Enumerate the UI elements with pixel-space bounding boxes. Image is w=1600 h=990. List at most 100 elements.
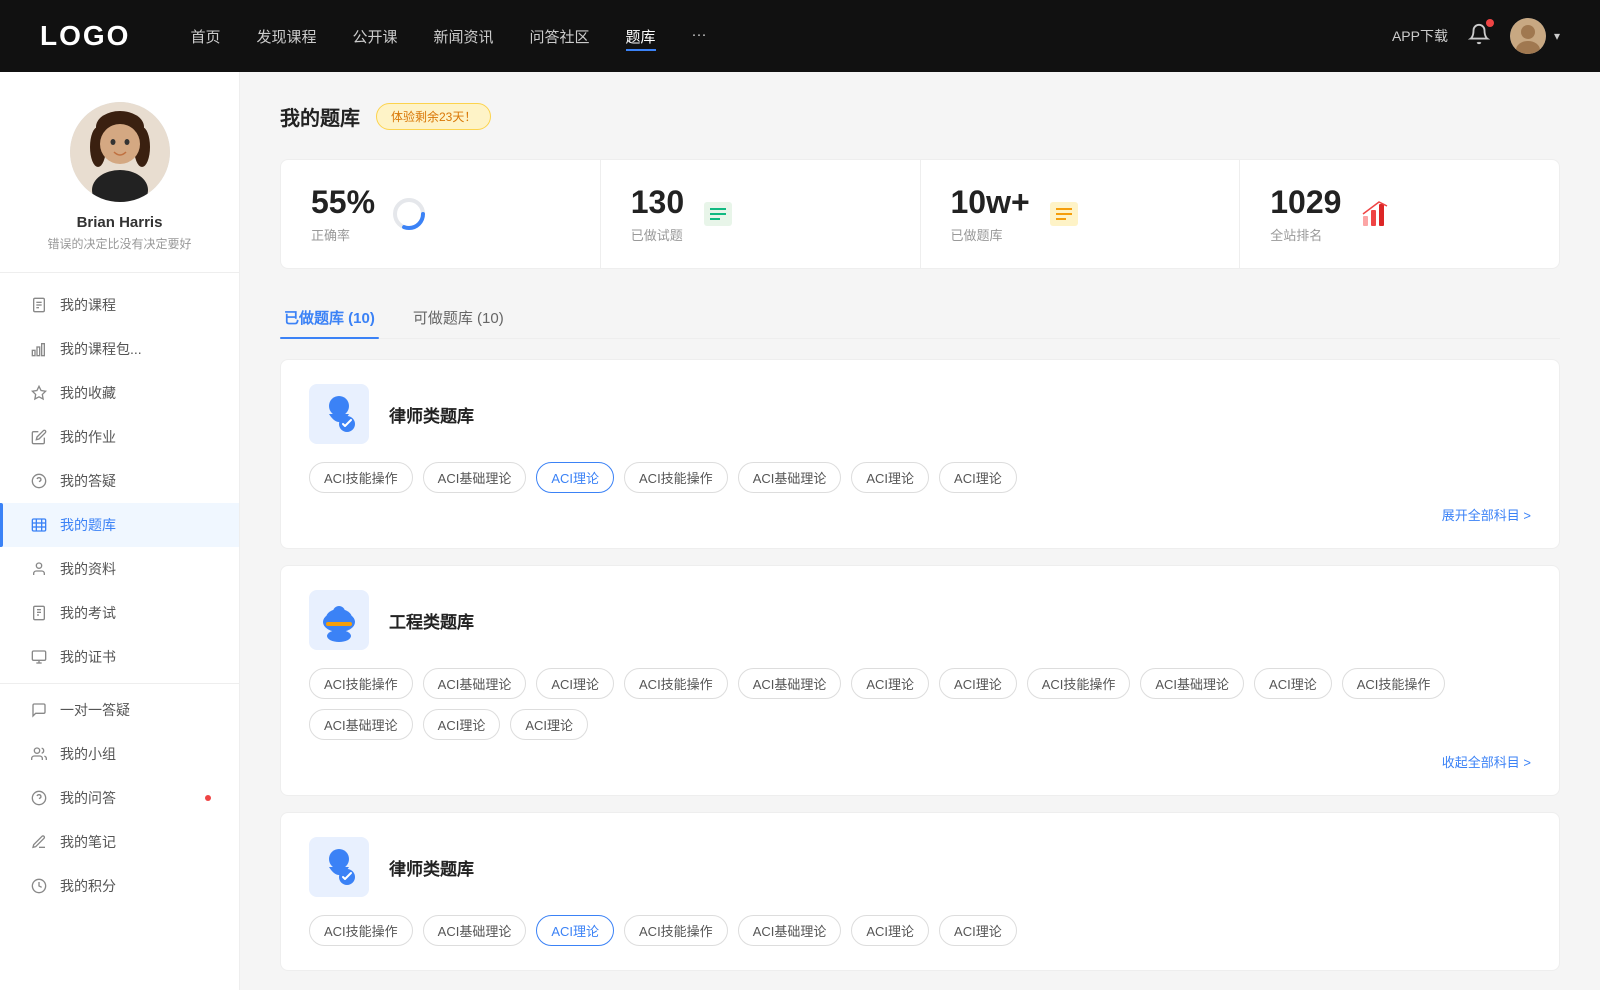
tag-1-6[interactable]: ACI理论 (939, 462, 1017, 493)
nav-courses[interactable]: 发现课程 (256, 22, 316, 51)
tag-2-5[interactable]: ACI理论 (851, 668, 929, 699)
qb-title-2: 工程类题库 (389, 608, 474, 633)
tag-2-4[interactable]: ACI基础理论 (738, 668, 842, 699)
qb-card-header-2: 工程类题库 (309, 590, 1531, 650)
nav-menu: 首页 发现课程 公开课 新闻资讯 问答社区 题库 ··· (190, 22, 1352, 51)
stat-ranking-value: 1029 (1270, 184, 1341, 221)
nav-home[interactable]: 首页 (190, 22, 220, 51)
qa-notification-dot (205, 795, 211, 801)
stat-done-questions-value: 130 (631, 184, 684, 221)
tag-1-3[interactable]: ACI技能操作 (624, 462, 728, 493)
exam-icon (30, 604, 48, 622)
list2-icon (1046, 196, 1082, 232)
sidebar: Brian Harris 错误的决定比没有决定要好 我的课程 我的课程包... (0, 72, 240, 990)
sidebar-item-my-answers[interactable]: 我的答疑 (0, 459, 239, 503)
sidebar-item-one-on-one[interactable]: 一对一答疑 (0, 688, 239, 732)
sidebar-item-my-profile[interactable]: 我的资料 (0, 547, 239, 591)
qb-card-engineer: 工程类题库 ACI技能操作 ACI基础理论 ACI理论 ACI技能操作 ACI基… (280, 565, 1560, 796)
notification-bell[interactable] (1468, 23, 1490, 50)
tag-2-11[interactable]: ACI基础理论 (309, 709, 413, 740)
tag-1-4[interactable]: ACI基础理论 (738, 462, 842, 493)
tab-done-banks[interactable]: 已做题库 (10) (280, 297, 379, 338)
sidebar-item-my-group[interactable]: 我的小组 (0, 732, 239, 776)
main-layout: Brian Harris 错误的决定比没有决定要好 我的课程 我的课程包... (0, 72, 1600, 990)
tag-3-2[interactable]: ACI理论 (536, 915, 614, 946)
cert-icon (30, 648, 48, 666)
qb-tags-3: ACI技能操作 ACI基础理论 ACI理论 ACI技能操作 ACI基础理论 AC… (309, 915, 1531, 946)
stat-done-banks-label: 已做题库 (951, 225, 1030, 244)
tag-2-3[interactable]: ACI技能操作 (624, 668, 728, 699)
tag-2-6[interactable]: ACI理论 (939, 668, 1017, 699)
sidebar-item-my-bank[interactable]: 我的题库 (0, 503, 239, 547)
stat-accuracy-label: 正确率 (311, 225, 375, 244)
stat-done-banks-value: 10w+ (951, 184, 1030, 221)
tab-bar: 已做题库 (10) 可做题库 (10) (280, 297, 1560, 339)
nav-more[interactable]: ··· (692, 22, 707, 51)
tag-2-12[interactable]: ACI理论 (423, 709, 501, 740)
tag-3-6[interactable]: ACI理论 (939, 915, 1017, 946)
profile-section: Brian Harris 错误的决定比没有决定要好 (0, 72, 239, 273)
sidebar-item-my-notes[interactable]: 我的笔记 (0, 820, 239, 864)
sidebar-item-my-courses[interactable]: 我的课程 (0, 283, 239, 327)
nav-qa[interactable]: 问答社区 (530, 22, 590, 51)
qa-icon (30, 789, 48, 807)
list-icon (700, 196, 736, 232)
tag-3-4[interactable]: ACI基础理论 (738, 915, 842, 946)
sidebar-item-course-packages[interactable]: 我的课程包... (0, 327, 239, 371)
tag-3-5[interactable]: ACI理论 (851, 915, 929, 946)
tag-3-1[interactable]: ACI基础理论 (423, 915, 527, 946)
qb-tags-1: ACI技能操作 ACI基础理论 ACI理论 ACI技能操作 ACI基础理论 AC… (309, 462, 1531, 493)
sidebar-item-my-cert[interactable]: 我的证书 (0, 635, 239, 679)
sidebar-item-my-points[interactable]: 我的积分 (0, 864, 239, 908)
stat-ranking-label: 全站排名 (1270, 225, 1341, 244)
sidebar-item-my-qa[interactable]: 我的问答 (0, 776, 239, 820)
navbar-right: APP下载 ▾ (1392, 18, 1560, 54)
nav-news[interactable]: 新闻资讯 (434, 22, 494, 51)
sidebar-menu: 我的课程 我的课程包... 我的收藏 我的作业 (0, 273, 239, 918)
qb-footer-1[interactable]: 展开全部科目 > (309, 505, 1531, 524)
tag-1-5[interactable]: ACI理论 (851, 462, 929, 493)
engineer-icon (309, 590, 369, 650)
tag-2-0[interactable]: ACI技能操作 (309, 668, 413, 699)
tag-1-2[interactable]: ACI理论 (536, 462, 614, 493)
qb-card-lawyer-1: 律师类题库 ACI技能操作 ACI基础理论 ACI理论 ACI技能操作 ACI基… (280, 359, 1560, 549)
trial-badge: 体验剩余23天！ (376, 103, 491, 130)
stat-accuracy: 55% 正确率 (281, 160, 601, 268)
nav-open-course[interactable]: 公开课 (352, 22, 397, 51)
edit-icon (30, 428, 48, 446)
question-icon (30, 472, 48, 490)
user-avatar-menu[interactable]: ▾ (1510, 18, 1560, 54)
tag-2-1[interactable]: ACI基础理论 (423, 668, 527, 699)
profile-name: Brian Harris (77, 214, 163, 231)
tag-2-8[interactable]: ACI基础理论 (1140, 668, 1244, 699)
tag-3-0[interactable]: ACI技能操作 (309, 915, 413, 946)
navbar: LOGO 首页 发现课程 公开课 新闻资讯 问答社区 题库 ··· APP下载 (0, 0, 1600, 72)
tag-2-13[interactable]: ACI理论 (510, 709, 588, 740)
chat-icon (30, 701, 48, 719)
qb-card-header-1: 律师类题库 (309, 384, 1531, 444)
qb-footer-2[interactable]: 收起全部科目 > (309, 752, 1531, 771)
stat-done-questions-label: 已做试题 (631, 225, 684, 244)
tag-2-2[interactable]: ACI理论 (536, 668, 614, 699)
bank-icon (30, 516, 48, 534)
app-download-link[interactable]: APP下载 (1392, 26, 1448, 46)
sidebar-item-homework[interactable]: 我的作业 (0, 415, 239, 459)
tab-available-banks[interactable]: 可做题库 (10) (409, 297, 508, 338)
lawyer-icon-2 (309, 837, 369, 897)
pie-chart-icon (391, 196, 427, 232)
stat-ranking: 1029 全站排名 (1240, 160, 1559, 268)
tag-1-1[interactable]: ACI基础理论 (423, 462, 527, 493)
tag-2-9[interactable]: ACI理论 (1254, 668, 1332, 699)
sidebar-item-my-exam[interactable]: 我的考试 (0, 591, 239, 635)
sidebar-item-favorites[interactable]: 我的收藏 (0, 371, 239, 415)
tag-2-10[interactable]: ACI技能操作 (1342, 668, 1446, 699)
tag-1-0[interactable]: ACI技能操作 (309, 462, 413, 493)
tag-2-7[interactable]: ACI技能操作 (1027, 668, 1131, 699)
main-content: 我的题库 体验剩余23天！ 55% 正确率 (240, 72, 1600, 990)
tag-3-3[interactable]: ACI技能操作 (624, 915, 728, 946)
nav-bank[interactable]: 题库 (626, 22, 656, 51)
chevron-down-icon: ▾ (1554, 29, 1560, 43)
qb-tags-2: ACI技能操作 ACI基础理论 ACI理论 ACI技能操作 ACI基础理论 AC… (309, 668, 1531, 740)
page-header: 我的题库 体验剩余23天！ (280, 102, 1560, 131)
stats-row: 55% 正确率 130 已做试题 (280, 159, 1560, 269)
